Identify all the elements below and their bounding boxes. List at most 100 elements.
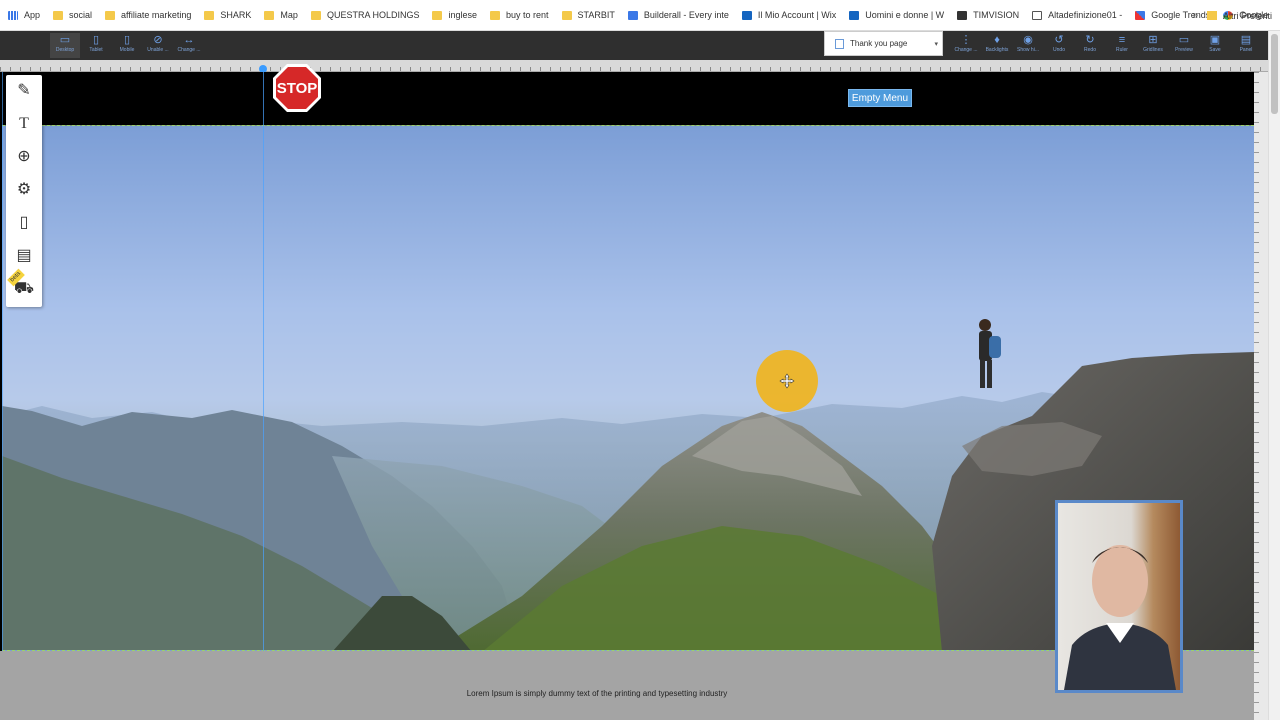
toolbar-label: Show hi... <box>1017 47 1039 53</box>
folder-icon <box>53 10 64 20</box>
empty-menu-button[interactable]: Empty Menu <box>848 89 912 107</box>
toolbar-label: Save <box>1209 47 1221 53</box>
apps-grid-icon <box>8 10 18 20</box>
toolbar-label: Redo <box>1084 47 1096 53</box>
move-cursor-icon <box>779 373 795 389</box>
folder-icon <box>1206 11 1217 20</box>
bookmark-label: TIMVISION <box>973 10 1020 20</box>
page-select-value: Thank you page <box>850 39 908 48</box>
folder-icon <box>561 10 572 20</box>
wix-icon <box>741 10 752 20</box>
toolbar-label: Change ... <box>954 47 978 53</box>
change-settings-button[interactable]: ⋮ Change ... <box>951 33 981 58</box>
toolbar-label: Gridlines <box>1143 47 1163 53</box>
document-icon <box>1032 10 1043 20</box>
element-sidepanel: ✎ T ⊕ ⚙ ▯ ▤ ⛟ <box>6 75 42 307</box>
tablet-view-button[interactable]: ▯ Tablet <box>81 33 111 58</box>
bookmark-google-trends[interactable]: Google Trends <box>1135 10 1210 20</box>
news-icon[interactable]: ▤ <box>12 244 36 268</box>
folder-icon <box>264 10 275 20</box>
save-button[interactable]: ▣ Save <box>1200 33 1230 58</box>
bookmark-label: buy to rent <box>506 10 549 20</box>
toolbar-label: Panel <box>1239 47 1253 53</box>
bookmarks-overflow-button[interactable]: » <box>1192 10 1198 21</box>
bookmark-label: Il Mio Account | Wix <box>757 10 837 20</box>
desktop-icon: ▭ <box>59 34 71 46</box>
text-icon[interactable]: T <box>12 112 36 136</box>
unable-button[interactable]: ⊘ Unable ... <box>143 33 173 58</box>
ruler-icon: ≡ <box>1118 34 1126 46</box>
change-width-button[interactable]: ↔ Change ... <box>174 33 204 58</box>
stop-sign-label: STOP <box>277 80 318 97</box>
folder-icon <box>204 10 215 20</box>
panel-icon: ▤ <box>1240 34 1252 46</box>
gridlines-button[interactable]: ⊞ Gridlines <box>1138 33 1168 58</box>
bookmark-altadefinizione[interactable]: Altadefinizione01 - <box>1032 10 1122 20</box>
backlights-button[interactable]: ♦ Backlights <box>982 33 1012 58</box>
chevron-down-icon: ▾ <box>934 40 938 48</box>
horizontal-ruler[interactable] <box>0 60 1268 72</box>
edit-icon[interactable]: ✎ <box>12 79 36 103</box>
bookmark-buy-to-rent[interactable]: buy to rent <box>490 10 549 20</box>
folder-icon <box>432 10 443 20</box>
page-select-dropdown[interactable]: Thank you page ▾ <box>824 31 943 56</box>
presenter-video <box>1058 503 1180 690</box>
clipboard-icon[interactable]: ▯ <box>12 211 36 235</box>
panel-button[interactable]: ▤ Panel <box>1231 33 1261 58</box>
redo-button[interactable]: ↻ Redo <box>1075 33 1105 58</box>
settings-icon[interactable]: ⚙ <box>12 178 36 202</box>
toolbar-label: Desktop <box>55 47 75 53</box>
bookmark-questra-holdings[interactable]: QUESTRA HOLDINGS <box>310 10 420 20</box>
bookmark-inglese[interactable]: inglese <box>432 10 477 20</box>
bookmark-label: Altri Preferiti <box>1222 10 1272 21</box>
preview-button[interactable]: ▭ Preview <box>1169 33 1199 58</box>
undo-button[interactable]: ↺ Undo <box>1044 33 1074 58</box>
add-circle-icon[interactable]: ⊕ <box>12 145 36 169</box>
browser-window: App social affiliate marketing SHARK Map… <box>0 0 1280 720</box>
bookmark-timvision[interactable]: TIMVISION <box>957 10 1019 20</box>
toolbar-label: Unable ... <box>147 47 169 53</box>
bookmark-label: Altadefinizione01 - <box>1048 10 1123 20</box>
ruler-button[interactable]: ≡ Ruler <box>1107 33 1137 58</box>
bookmark-affiliate-marketing[interactable]: affiliate marketing <box>105 10 191 20</box>
bookmark-label: Builderall - Every inte <box>643 10 729 20</box>
folder-icon <box>490 10 500 20</box>
bookmark-label: Uomini e donne | W <box>865 10 945 20</box>
more-vertical-icon: ⋮ <box>960 34 972 46</box>
page-header-section[interactable] <box>0 72 1254 125</box>
show-hidden-button[interactable]: ◉ Show hi... <box>1013 33 1043 58</box>
vertical-ruler[interactable] <box>1254 72 1268 720</box>
bookmark-wix-account[interactable]: Il Mio Account | Wix <box>741 10 837 20</box>
vertical-guide-line[interactable] <box>263 72 264 720</box>
google-trends-icon <box>1135 10 1146 20</box>
bookmark-label: QUESTRA HOLDINGS <box>326 10 420 20</box>
mobile-view-button[interactable]: ▯ Mobile <box>112 33 142 58</box>
bookmark-starbit[interactable]: STARBIT <box>561 10 615 20</box>
toolbar-label: Preview <box>1175 47 1193 53</box>
desktop-view-button[interactable]: ▭ Desktop <box>50 33 80 58</box>
bookmark-label: Google Trends <box>1151 10 1211 20</box>
stop-sign-icon[interactable]: STOP <box>272 63 322 113</box>
bookmark-map[interactable]: Map <box>264 10 298 20</box>
folder-icon <box>105 10 116 20</box>
bookmark-builderall[interactable]: Builderall - Every inte <box>627 10 729 20</box>
window-scrollbar[interactable] <box>1268 31 1280 720</box>
scrollbar-thumb[interactable] <box>1271 34 1278 114</box>
grid-icon: ⊞ <box>1148 34 1158 46</box>
tv-icon <box>957 10 968 20</box>
bookmark-uomini-e-donne[interactable]: Uomini e donne | W <box>849 10 944 20</box>
toolbar-label: Backlights <box>985 47 1009 53</box>
bookmark-shark[interactable]: SHARK <box>204 10 251 20</box>
mobile-icon: ▯ <box>123 34 131 46</box>
footer-text[interactable]: Lorem Ipsum is simply dummy text of the … <box>0 689 1194 698</box>
toolbar-label: Ruler <box>1116 47 1128 53</box>
bookmark-other-favorites[interactable]: Altri Preferiti <box>1206 0 1272 31</box>
webcam-overlay <box>1055 500 1183 693</box>
bookmark-label: App <box>24 10 41 20</box>
eye-icon: ◉ <box>1023 34 1033 46</box>
toolbar-label: Undo <box>1053 47 1065 53</box>
builderall-icon <box>627 10 638 20</box>
bookmark-social[interactable]: social <box>53 10 92 20</box>
backlight-icon: ♦ <box>994 34 1000 46</box>
bookmark-app[interactable]: App <box>8 10 40 20</box>
